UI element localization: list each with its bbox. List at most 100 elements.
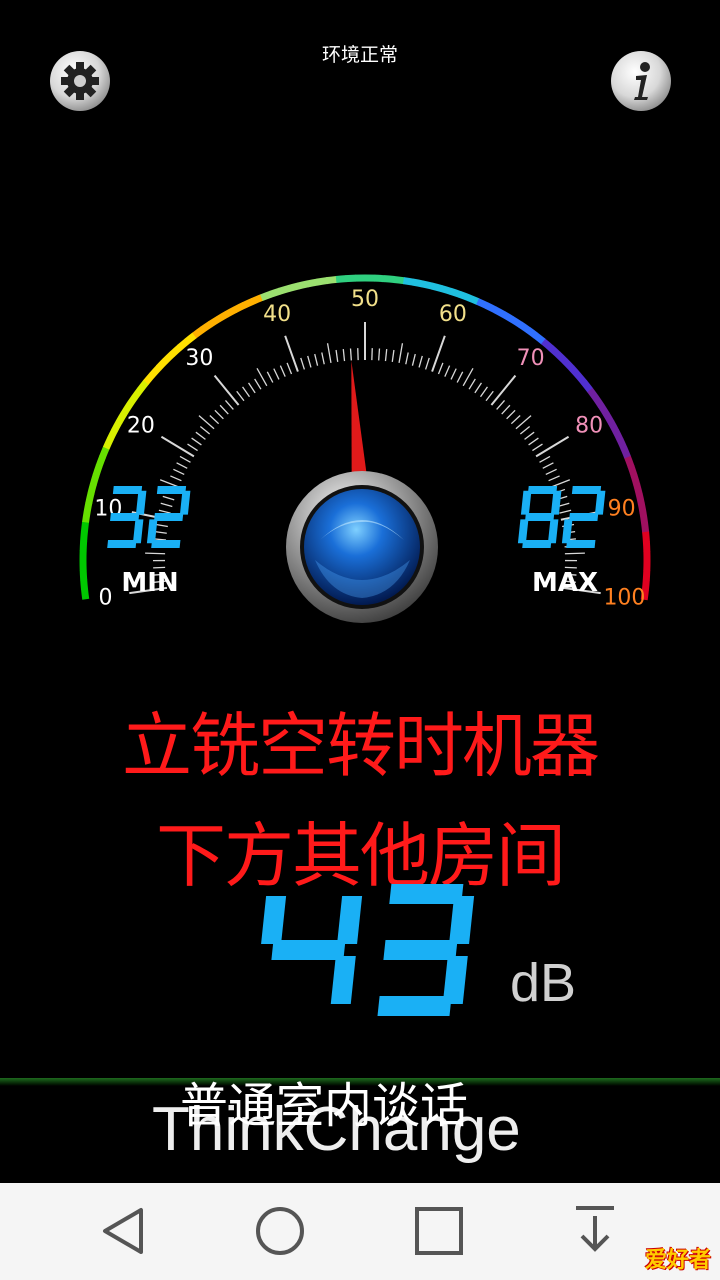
gauge-arc-segment <box>89 473 100 486</box>
gauge-tick <box>155 523 168 528</box>
gauge-arc-segment <box>137 379 149 393</box>
gauge-arc-segment <box>501 311 514 323</box>
gauge-arc-segment <box>533 332 546 345</box>
gauge-tick <box>378 348 381 361</box>
gauge-arc-segment <box>297 280 309 290</box>
gauge-arc-segment <box>224 306 238 318</box>
gauge-arc-segment <box>242 298 255 309</box>
gauge-arc-segment <box>83 502 93 514</box>
max-digit <box>561 486 606 548</box>
gauge-arc-segment <box>517 321 531 333</box>
digit-segment <box>571 486 602 494</box>
gauge-arc-segment <box>260 290 273 301</box>
gauge-arc-segment <box>87 483 97 495</box>
gauge-tick <box>326 343 332 364</box>
nav-recents-button[interactable] <box>406 1198 472 1264</box>
gauge-tick <box>545 468 557 476</box>
reading-digit <box>377 884 475 1016</box>
gauge-arc-segment <box>316 277 328 286</box>
gauge-tick <box>173 468 185 476</box>
gauge-tick <box>501 404 511 415</box>
gauge-arc-segment <box>184 332 197 345</box>
gauge-tick <box>535 435 570 458</box>
gauge-tick-label: 20 <box>127 413 155 438</box>
nav-notification-button[interactable] <box>562 1198 628 1264</box>
digit-segment <box>525 513 555 521</box>
gauge-tick-label: 70 <box>517 346 545 371</box>
gauge-tick <box>266 371 274 383</box>
gauge-tick <box>219 404 229 415</box>
gauge-tick <box>548 475 560 482</box>
gauge-arc-segment <box>102 437 114 450</box>
gauge-tick-label: 0 <box>99 585 113 610</box>
gauge-tick <box>349 348 352 361</box>
gauge-tick <box>506 409 516 420</box>
gauge-arc-segment <box>92 464 103 477</box>
sound-gauge: 0102030405060708090100 MIN MAX <box>79 274 651 623</box>
gauge-arc-segment <box>525 326 539 339</box>
gauge-arc-segment <box>421 280 434 290</box>
gauge-arc-segment <box>85 492 95 505</box>
gauge-arc-segment <box>642 570 651 581</box>
gauge-arc-segment <box>555 351 568 364</box>
settings-button[interactable] <box>49 50 111 112</box>
gauge-arc-segment <box>326 275 337 285</box>
gauge-arc-segment <box>493 306 506 318</box>
home-icon <box>256 1207 304 1255</box>
gauge-tick <box>242 386 251 398</box>
digit-segment <box>110 513 140 521</box>
gauge-arc-segment <box>587 387 599 401</box>
gauge-arc-segment <box>278 284 291 295</box>
gauge-arc-segment <box>603 412 615 425</box>
digit-segment <box>527 486 558 494</box>
gauge-arc-segment <box>208 315 221 328</box>
gauge-tick <box>307 355 312 368</box>
nav-back-button[interactable] <box>95 1198 161 1264</box>
gauge-arc-segment <box>642 531 650 543</box>
digit-segment <box>151 540 181 548</box>
gauge-tick-label: 100 <box>603 585 645 610</box>
gauge-tick <box>248 382 256 394</box>
gauge-arc-segment <box>627 464 638 477</box>
gauge-arc-segment <box>412 278 424 288</box>
gauge-needle <box>351 360 368 483</box>
gauge-tick <box>519 425 531 435</box>
gauge-arc-segment <box>115 411 128 424</box>
gauge-arc-segment <box>548 345 561 358</box>
info-icon <box>611 51 671 111</box>
min-label: MIN <box>121 568 178 598</box>
gauge-tick <box>542 462 554 469</box>
gauge-arc-segment <box>581 380 594 393</box>
watermark-logo: 爱好者 <box>645 1248 712 1273</box>
level-description: 普通室内谈话 <box>180 1078 469 1134</box>
gauge-tick-label: 80 <box>575 413 603 438</box>
gauge-tick <box>384 349 388 362</box>
info-button[interactable] <box>610 50 672 112</box>
gauge-tick <box>154 531 167 534</box>
download-icon <box>576 1206 614 1252</box>
digit-segment <box>522 540 552 548</box>
gauge-tick <box>170 475 182 482</box>
gauge-tick <box>162 495 175 501</box>
gauge-arc-segment <box>80 521 90 533</box>
gauge-arc-segment <box>192 326 205 339</box>
gauge-tick <box>468 378 476 390</box>
gauge-arc-segment <box>458 291 471 302</box>
digit-segment <box>520 490 532 515</box>
gauge-tick <box>342 349 346 362</box>
gauge-tick <box>431 335 446 372</box>
gauge-arc-segment <box>95 455 106 468</box>
digit-segment <box>550 490 562 515</box>
gauge-tick <box>179 455 191 463</box>
gauge-tick <box>314 353 319 366</box>
gauge-tick-label: 50 <box>351 287 379 312</box>
gauge-arc-segment <box>156 358 169 371</box>
gauge-arc-segment <box>216 311 229 323</box>
gauge-tick <box>490 374 517 406</box>
gauge-arc-segment <box>169 344 183 357</box>
gauge-arc-segment <box>384 275 395 284</box>
gauge-tick <box>444 365 451 377</box>
gauge-tick <box>510 415 521 425</box>
gauge-tick <box>284 335 299 372</box>
nav-home-button[interactable] <box>247 1198 313 1264</box>
